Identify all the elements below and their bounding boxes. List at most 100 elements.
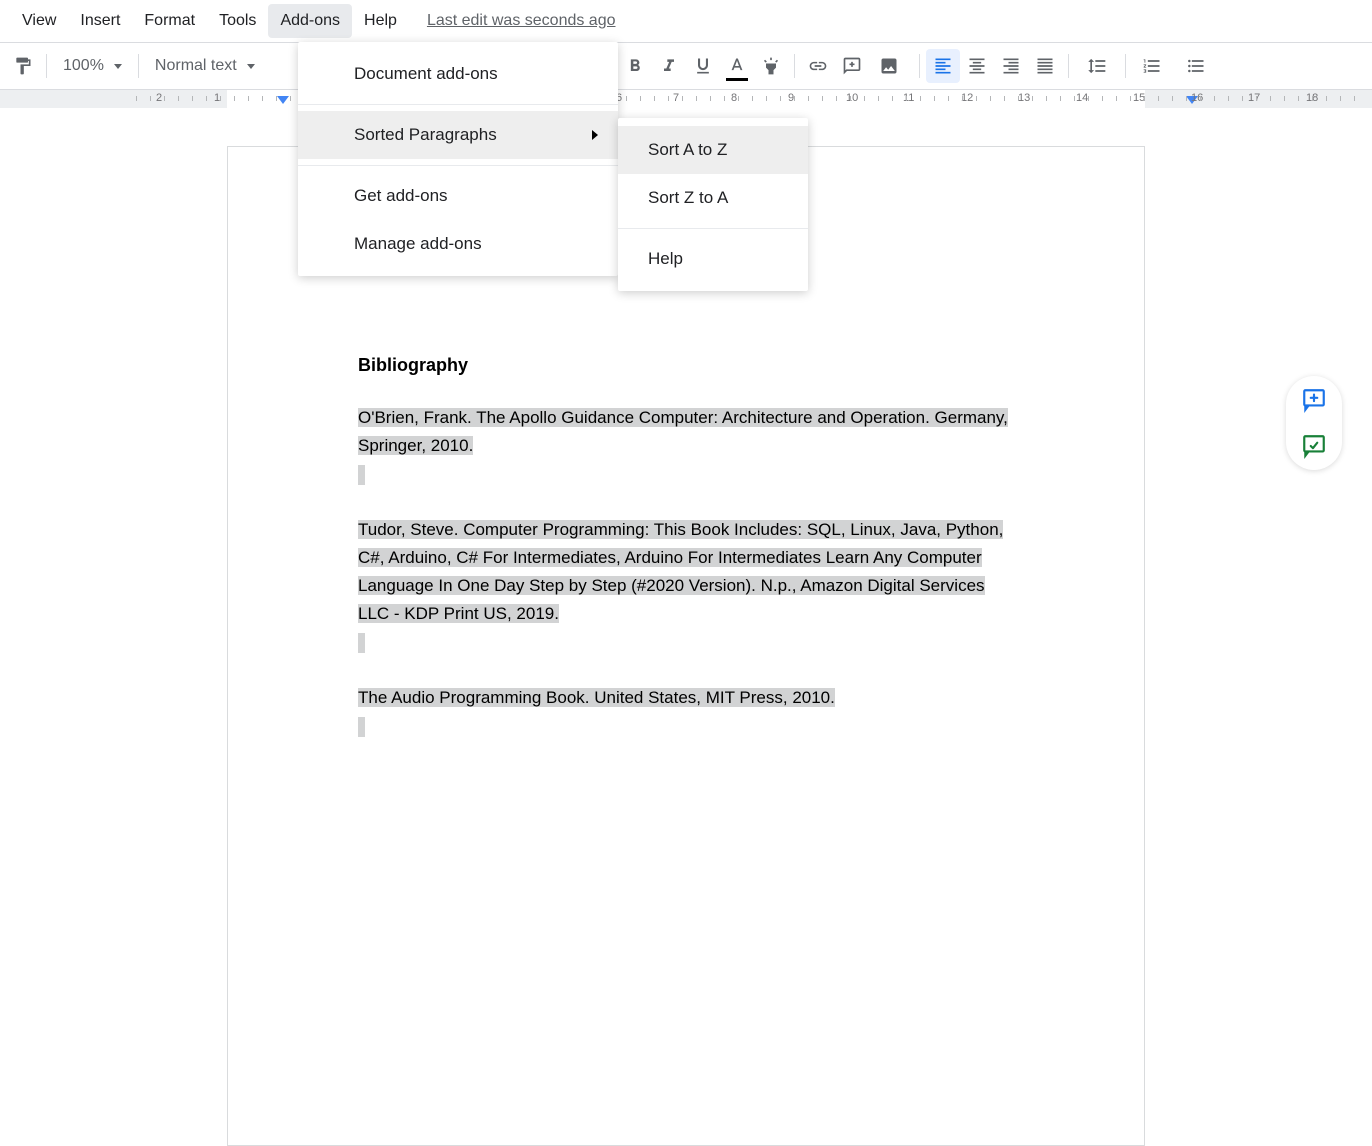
separator xyxy=(298,165,618,166)
ruler-small-tick xyxy=(710,96,711,101)
align-center-icon xyxy=(967,56,987,76)
separator xyxy=(138,54,139,78)
line-spacing-icon xyxy=(1087,56,1107,76)
ruler-small-tick xyxy=(864,96,865,101)
ruler-small-tick xyxy=(668,96,669,101)
menu-tools[interactable]: Tools xyxy=(207,4,268,38)
ruler-small-tick xyxy=(962,96,963,101)
ruler-small-tick xyxy=(178,96,179,101)
highlight-button[interactable] xyxy=(754,49,788,83)
bold-button[interactable] xyxy=(618,49,652,83)
sorted-paragraphs-submenu: Sort A to Z Sort Z to A Help xyxy=(618,118,808,291)
ruler-small-tick xyxy=(724,96,725,101)
addons-item-manage-addons[interactable]: Manage add-ons xyxy=(298,220,618,268)
menu-addons[interactable]: Add-ons xyxy=(268,4,352,38)
suggest-edits-side-button[interactable] xyxy=(1300,432,1328,460)
toolbar: 100% Normal text xyxy=(0,42,1372,90)
ruler-small-tick xyxy=(654,96,655,101)
ruler-small-tick xyxy=(1326,96,1327,101)
submenu-sort-az[interactable]: Sort A to Z xyxy=(618,126,808,174)
last-edit-status[interactable]: Last edit was seconds ago xyxy=(427,12,616,30)
submenu-sort-za[interactable]: Sort Z to A xyxy=(618,174,808,222)
ruler-tick: 17 xyxy=(1248,92,1260,104)
ruler-small-tick xyxy=(1144,96,1145,101)
ruler-small-tick xyxy=(738,96,739,101)
ruler-small-tick xyxy=(150,96,151,101)
side-actions-panel xyxy=(1286,376,1342,470)
menubar: View Insert Format Tools Add-ons Help La… xyxy=(0,0,1372,42)
menu-label: Sorted Paragraphs xyxy=(354,125,497,144)
ruler-small-tick xyxy=(276,96,277,101)
ruler-small-tick xyxy=(808,96,809,101)
ruler-small-tick xyxy=(136,96,137,101)
underline-icon xyxy=(693,56,713,76)
text-color-button[interactable] xyxy=(720,49,754,83)
paint-format-button[interactable] xyxy=(6,49,40,83)
ruler-small-tick xyxy=(1004,96,1005,101)
ruler-small-tick xyxy=(1214,96,1215,101)
ruler-small-tick xyxy=(1186,96,1187,101)
line-spacing-button[interactable] xyxy=(1075,49,1119,83)
underline-button[interactable] xyxy=(686,49,720,83)
ruler-small-tick xyxy=(794,96,795,101)
addons-item-get-addons[interactable]: Get add-ons xyxy=(298,172,618,220)
separator xyxy=(794,54,795,78)
ruler-small-tick xyxy=(1284,96,1285,101)
document-page[interactable]: Bibliography O'Brien, Frank. The Apollo … xyxy=(227,146,1145,1146)
paragraph-style-value: Normal text xyxy=(155,57,237,75)
addons-item-document-addons[interactable]: Document add-ons xyxy=(298,50,618,98)
numbered-list-button[interactable] xyxy=(1132,49,1176,83)
bibliography-entry: Tudor, Steve. Computer Programming: This… xyxy=(358,516,1014,656)
ruler-small-tick xyxy=(836,96,837,101)
ruler-small-tick xyxy=(1130,96,1131,101)
zoom-dropdown[interactable]: 100% xyxy=(53,49,132,83)
ruler-small-tick xyxy=(822,96,823,101)
ruler-small-tick xyxy=(234,96,235,101)
separator xyxy=(46,54,47,78)
separator xyxy=(1125,54,1126,78)
submenu-help[interactable]: Help xyxy=(618,235,808,283)
insert-image-button[interactable] xyxy=(869,49,913,83)
align-justify-button[interactable] xyxy=(1028,49,1062,83)
suggest-edit-icon xyxy=(1301,433,1327,459)
ruler-small-tick xyxy=(1074,96,1075,101)
align-left-icon xyxy=(933,56,953,76)
ruler-small-tick xyxy=(878,96,879,101)
addons-item-sorted-paragraphs[interactable]: Sorted Paragraphs xyxy=(298,111,618,159)
ruler-tick: 13 xyxy=(1018,92,1030,104)
align-left-button[interactable] xyxy=(926,49,960,83)
left-indent-marker[interactable] xyxy=(277,96,289,104)
menu-insert[interactable]: Insert xyxy=(68,4,132,38)
ruler-small-tick xyxy=(206,96,207,101)
align-center-button[interactable] xyxy=(960,49,994,83)
zoom-value: 100% xyxy=(63,57,104,75)
chevron-right-icon xyxy=(592,130,598,140)
insert-link-button[interactable] xyxy=(801,49,835,83)
menu-format[interactable]: Format xyxy=(132,4,207,38)
chevron-down-icon xyxy=(114,64,122,69)
add-comment-button[interactable] xyxy=(835,49,869,83)
ruler-small-tick xyxy=(248,96,249,101)
separator xyxy=(298,104,618,105)
ruler-small-tick xyxy=(1270,96,1271,101)
ruler-small-tick xyxy=(766,96,767,101)
paint-format-icon xyxy=(13,56,33,76)
add-comment-side-button[interactable] xyxy=(1300,386,1328,414)
ruler-area: 21123456789101112131415161718 xyxy=(0,90,1372,108)
menu-help[interactable]: Help xyxy=(352,4,409,38)
italic-button[interactable] xyxy=(652,49,686,83)
ruler-small-tick xyxy=(164,96,165,101)
ruler-small-tick xyxy=(934,96,935,101)
menu-view[interactable]: View xyxy=(10,4,68,38)
align-right-button[interactable] xyxy=(994,49,1028,83)
text-color-swatch xyxy=(726,78,748,81)
ruler[interactable]: 21123456789101112131415161718 xyxy=(96,90,1276,108)
bulleted-list-button[interactable] xyxy=(1176,49,1220,83)
ruler-small-tick xyxy=(752,96,753,101)
text-color-icon xyxy=(727,56,747,76)
paragraph-style-dropdown[interactable]: Normal text xyxy=(145,49,285,83)
ruler-small-tick xyxy=(920,96,921,101)
ruler-tick: 16 xyxy=(1191,92,1203,104)
ruler-small-tick xyxy=(990,96,991,101)
ruler-tick: 10 xyxy=(846,92,858,104)
